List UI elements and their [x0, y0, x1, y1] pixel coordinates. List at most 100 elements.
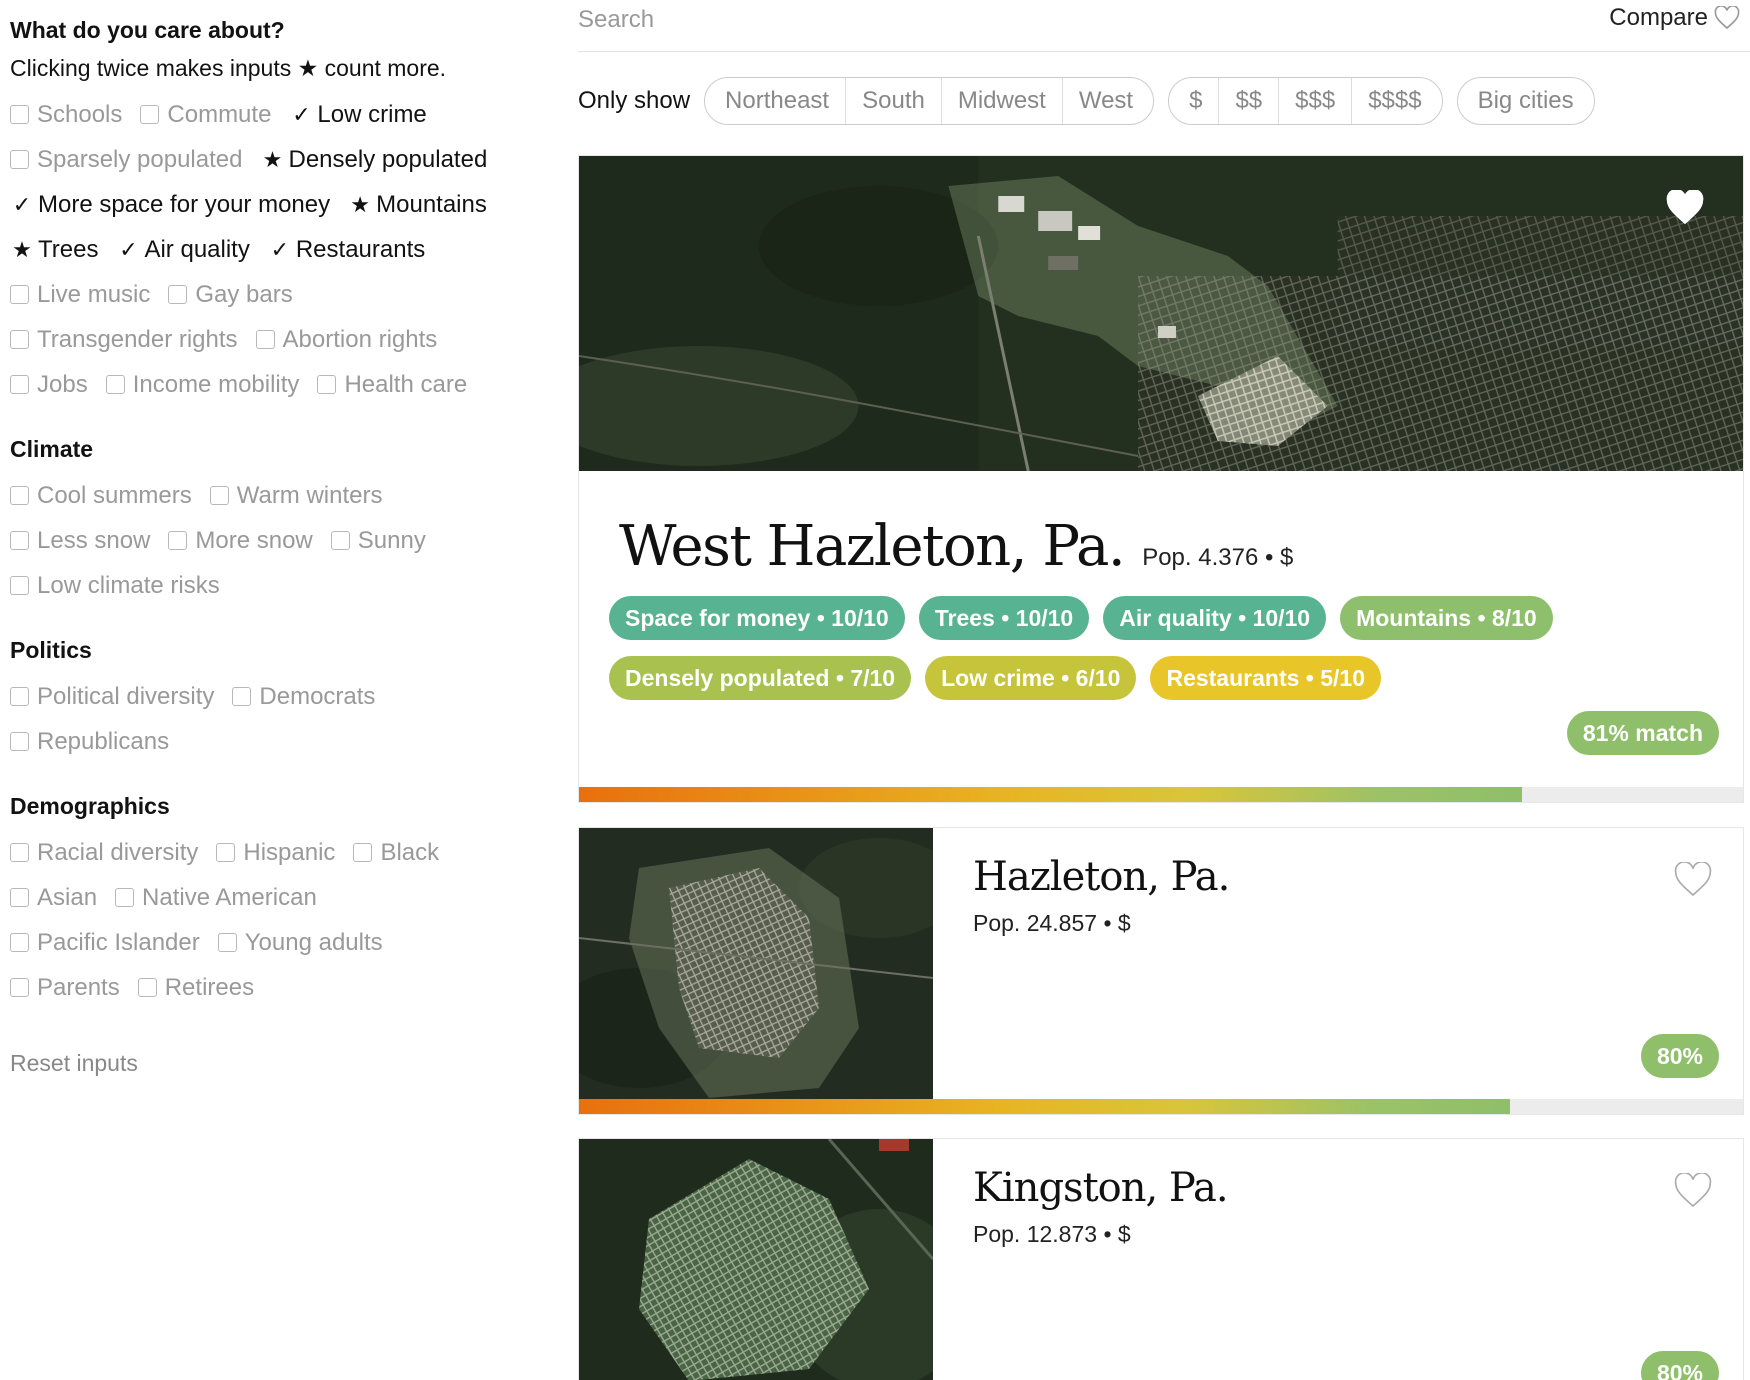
option-label: Retirees — [164, 973, 255, 1001]
option-row: Pacific Islander Young adults — [10, 920, 550, 965]
score-tag: Air quality • 10/10 — [1103, 596, 1327, 640]
option-asian[interactable]: Asian — [10, 884, 97, 912]
option-republicans[interactable]: Republicans — [10, 728, 169, 756]
match-bar-fill — [579, 1099, 1511, 1114]
option-label: Jobs — [37, 370, 88, 398]
option-label: Cool summers — [37, 481, 192, 509]
option-more-space-for-your-money[interactable]: ✓ More space for your money — [10, 191, 330, 219]
option-abortion-rights[interactable]: Abortion rights — [255, 325, 438, 354]
search-input[interactable] — [578, 0, 1378, 40]
option-commute[interactable]: Commute — [140, 101, 271, 129]
favorite-heart-outline-icon[interactable] — [1673, 1173, 1713, 1209]
section-heading: Demographics — [10, 793, 170, 819]
match-badge: 80% — [1640, 1034, 1719, 1078]
option-jobs[interactable]: Jobs — [10, 371, 88, 399]
favorite-heart-outline-icon[interactable] — [1673, 862, 1713, 898]
favorite-heart-icon[interactable] — [1665, 190, 1705, 226]
star-icon: ★ — [350, 191, 370, 217]
score-tag: Mountains • 8/10 — [1340, 596, 1553, 640]
checkbox-empty-icon — [140, 105, 160, 124]
option-parents[interactable]: Parents — [10, 974, 120, 1002]
option-gay-bars[interactable]: Gay bars — [168, 281, 293, 309]
checkbox-empty-icon — [217, 933, 237, 952]
option-trees[interactable]: ★ Trees — [10, 236, 98, 264]
option-sunny[interactable]: Sunny — [330, 527, 426, 555]
option-income-mobility[interactable]: Income mobility — [105, 371, 299, 399]
checkbox-empty-icon — [10, 375, 29, 394]
option-restaurants[interactable]: ✓ Restaurants — [268, 235, 426, 264]
option-row: Low climate risks — [10, 563, 550, 608]
option-sparsely-populated[interactable]: Sparsely populated — [10, 146, 242, 174]
option-label: Restaurants — [295, 235, 426, 263]
option-young-adults[interactable]: Young adults — [217, 929, 383, 957]
filter-row: Only show Northeast South Midwest West $ $$ $… — [578, 77, 1609, 125]
option-political-diversity[interactable]: Political diversity — [10, 683, 214, 711]
option-low-crime[interactable]: ✓ Low crime — [289, 101, 427, 129]
option-low-climate-risks[interactable]: Low climate risks — [10, 572, 220, 600]
option-densely-populated[interactable]: ★ Densely populated — [260, 145, 488, 174]
option-label: Commute — [167, 100, 272, 128]
price-filter-1[interactable]: $$ — [1219, 78, 1280, 124]
option-label: Densely populated — [288, 145, 488, 173]
city-name[interactable]: West Hazleton, Pa. — [619, 514, 1126, 579]
result-card[interactable]: Kingston, Pa. Pop. 12.873 • $ 80% — [578, 1138, 1744, 1380]
checkbox-empty-icon — [10, 150, 29, 169]
preference-sections: Climate Cool summers Warm winters Less snow… — [10, 433, 550, 1010]
size-filter-group: Big cities — [1456, 77, 1595, 125]
option-label: Hispanic — [243, 838, 336, 866]
option-air-quality[interactable]: ✓ Air quality — [116, 236, 250, 264]
region-filter-3[interactable]: West — [1063, 78, 1153, 124]
price-filter-3[interactable]: $$$$ — [1352, 78, 1441, 124]
region-filter-2[interactable]: Midwest — [942, 78, 1063, 124]
option-less-snow[interactable]: Less snow — [10, 527, 150, 555]
option-live-music[interactable]: Live music — [10, 281, 150, 309]
reset-inputs-link[interactable]: Reset inputs — [10, 1050, 138, 1077]
option-label: More space for your money — [38, 190, 331, 218]
price-filter-group: $ $$ $$$ $$$$ — [1168, 77, 1443, 125]
option-row: Parents Retirees — [10, 965, 550, 1010]
section-heading: Climate — [10, 436, 94, 462]
price-filter-2[interactable]: $$$ — [1279, 78, 1353, 124]
option-row: ★ Trees ✓ Air quality ✓ Restaurants — [10, 227, 550, 272]
option-health-care[interactable]: Health care — [317, 371, 467, 399]
option-cool-summers[interactable]: Cool summers — [10, 482, 192, 510]
compare-label: Compare — [1609, 4, 1708, 31]
checkmark-icon: ✓ — [292, 101, 311, 127]
checkbox-empty-icon — [10, 105, 29, 124]
option-schools[interactable]: Schools — [10, 101, 122, 129]
option-black[interactable]: Black — [353, 839, 439, 867]
option-mountains[interactable]: ★ Mountains — [348, 191, 487, 219]
city-name[interactable]: Kingston, Pa. — [973, 1165, 1229, 1211]
checkbox-empty-icon — [317, 375, 337, 394]
compare-button[interactable]: Compare — [1609, 4, 1740, 32]
option-row: ✓ More space for your money ★ Mountains — [10, 182, 550, 227]
result-card[interactable]: West Hazleton, Pa. Pop. 4.376 • $ Space … — [578, 155, 1744, 803]
preferences-heading: What do you care about? — [10, 17, 285, 43]
option-retirees[interactable]: Retirees — [137, 973, 255, 1002]
option-native-american[interactable]: Native American — [115, 884, 317, 912]
preference-options: Schools Commute ✓ Low crime Sparsely populat… — [10, 92, 550, 407]
section-politics: Politics Political diversity Democrats Repu… — [10, 634, 550, 764]
option-democrats[interactable]: Democrats — [232, 683, 375, 711]
option-label: Warm winters — [236, 481, 383, 509]
region-filter-1[interactable]: South — [846, 78, 942, 124]
satellite-map-image — [579, 156, 1743, 471]
result-card[interactable]: Hazleton, Pa. Pop. 24.857 • $ 80% — [578, 827, 1744, 1115]
region-filter-0[interactable]: Northeast — [705, 78, 847, 124]
city-name[interactable]: Hazleton, Pa. — [973, 854, 1230, 900]
price-filter-0[interactable]: $ — [1169, 78, 1220, 124]
option-hispanic[interactable]: Hispanic — [216, 839, 335, 867]
option-label: Live music — [37, 280, 151, 308]
option-label: Abortion rights — [282, 325, 438, 353]
match-badge: 80% — [1640, 1351, 1719, 1380]
checkbox-empty-icon — [10, 687, 29, 706]
match-bar — [579, 1099, 1743, 1114]
checkbox-empty-icon — [168, 531, 188, 550]
option-transgender-rights[interactable]: Transgender rights — [10, 326, 238, 354]
option-label: Sparsely populated — [37, 145, 243, 173]
option-more-snow[interactable]: More snow — [168, 527, 313, 555]
option-pacific-islander[interactable]: Pacific Islander — [10, 929, 200, 957]
size-filter-0[interactable]: Big cities — [1458, 78, 1594, 124]
option-racial-diversity[interactable]: Racial diversity — [10, 839, 198, 867]
option-warm-winters[interactable]: Warm winters — [209, 481, 383, 510]
